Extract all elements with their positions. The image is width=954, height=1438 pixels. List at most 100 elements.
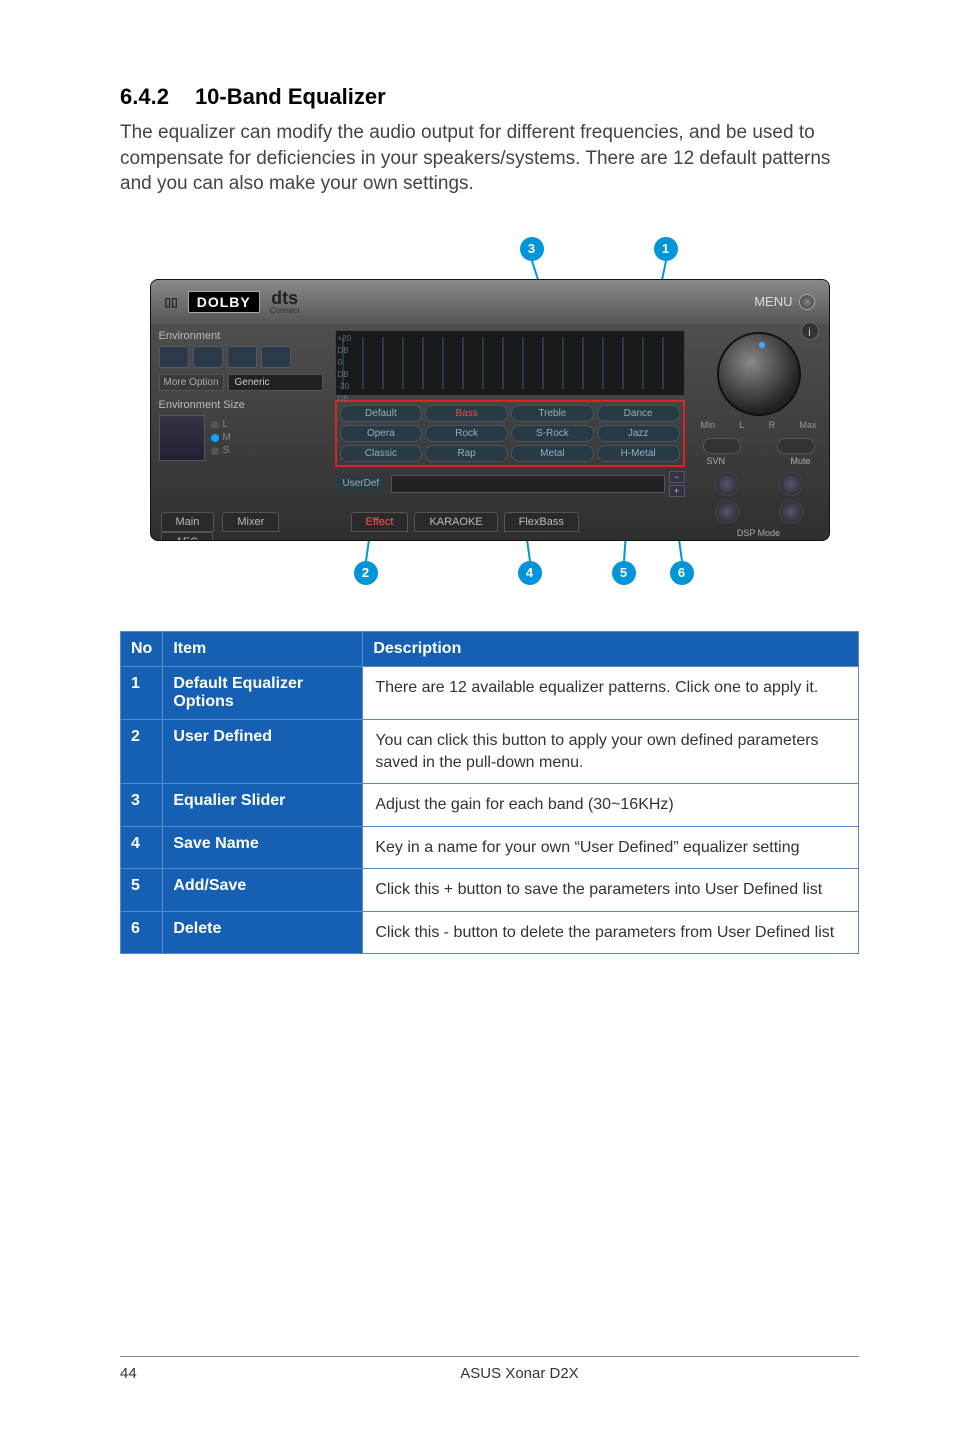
environment-size-label: Environment Size <box>159 399 323 411</box>
intro-paragraph: The equalizer can modify the audio outpu… <box>120 120 859 197</box>
preset-srock[interactable]: S-Rock <box>511 425 594 442</box>
volume-knob[interactable] <box>717 332 801 416</box>
tab-karaoke[interactable]: KARAOKE <box>414 512 497 532</box>
knob-max: Max <box>799 420 816 430</box>
row-no: 6 <box>121 911 163 954</box>
callout-2: 2 <box>354 561 378 585</box>
preset-dance[interactable]: Dance <box>597 405 680 422</box>
description-table: No Item Description 1Default Equalizer O… <box>120 631 859 955</box>
env-preset-icon[interactable] <box>193 346 223 368</box>
row-description: Click this - button to delete the parame… <box>363 911 859 954</box>
tab-main[interactable]: Main <box>161 512 215 532</box>
row-no: 5 <box>121 869 163 912</box>
eq-slider-graph[interactable]: +20 DB 0 DB -20 DB <box>335 330 685 396</box>
row-description: Click this + button to save the paramete… <box>363 869 859 912</box>
knob-r: R <box>769 420 776 430</box>
mute-toggle[interactable] <box>777 438 815 454</box>
size-s-label: S <box>223 445 230 456</box>
page-number: 44 <box>120 1365 180 1382</box>
preset-highlight-box: Default Bass Treble Dance Opera Rock S-R… <box>335 400 685 467</box>
row-item: User Defined <box>163 719 363 783</box>
table-row: 3Equalier SliderAdjust the gain for each… <box>121 784 859 827</box>
size-radio-m[interactable] <box>211 434 219 442</box>
callout-1: 1 <box>654 237 678 261</box>
mute-label: Mute <box>790 456 810 466</box>
tab-mixer[interactable]: Mixer <box>222 512 279 532</box>
knob-min: Min <box>701 420 716 430</box>
svn-toggle[interactable] <box>703 438 741 454</box>
app-window: ▯▯ DOLBY dts Connect MENU i Environment <box>150 279 830 541</box>
environment-label: Environment <box>159 330 323 342</box>
preset-opera[interactable]: Opera <box>340 425 423 442</box>
th-item: Item <box>163 631 363 666</box>
env-preset-icon[interactable] <box>227 346 257 368</box>
preset-rock[interactable]: Rock <box>425 425 508 442</box>
dsp-icon[interactable] <box>715 500 739 524</box>
section-heading: 6.4.2 10-Band Equalizer <box>120 84 859 110</box>
heading-title: 10-Band Equalizer <box>195 84 386 109</box>
row-description: Key in a name for your own “User Defined… <box>363 826 859 869</box>
menu-button-icon[interactable] <box>799 294 815 310</box>
th-no: No <box>121 631 163 666</box>
info-icon[interactable]: i <box>801 322 819 340</box>
more-option-label: More Option <box>159 374 224 391</box>
preset-treble[interactable]: Treble <box>511 405 594 422</box>
dolby-logo-prefix: ▯▯ <box>165 295 178 309</box>
preset-metal[interactable]: Metal <box>511 445 594 462</box>
row-no: 1 <box>121 666 163 719</box>
callout-5: 5 <box>612 561 636 585</box>
table-row: 6DeleteClick this - button to delete the… <box>121 911 859 954</box>
preset-classic[interactable]: Classic <box>340 445 423 462</box>
eq-db-labels: +20 DB 0 DB -20 DB <box>338 333 352 405</box>
env-preset-icon[interactable] <box>159 346 189 368</box>
preset-hmetal[interactable]: H-Metal <box>597 445 680 462</box>
menu-label[interactable]: MENU <box>754 294 792 309</box>
screenshot-figure: 1 3 2 4 5 6 ▯▯ DOLBY dts Connect MENU <box>150 225 830 591</box>
room-cube-icon <box>159 415 205 461</box>
size-m-label: M <box>223 432 231 443</box>
title-bar: ▯▯ DOLBY dts Connect MENU <box>151 280 829 324</box>
delete-minus-button[interactable]: − <box>669 471 685 483</box>
th-description: Description <box>363 631 859 666</box>
dsp-icon[interactable] <box>779 500 803 524</box>
tab-effect[interactable]: Effect <box>351 512 409 532</box>
dsp-icon[interactable] <box>715 472 739 496</box>
row-item: Add/Save <box>163 869 363 912</box>
callout-6: 6 <box>670 561 694 585</box>
row-description: Adjust the gain for each band (30~16KHz) <box>363 784 859 827</box>
env-preset-icon[interactable] <box>261 346 291 368</box>
row-no: 2 <box>121 719 163 783</box>
table-row: 2User DefinedYou can click this button t… <box>121 719 859 783</box>
dsp-icon[interactable] <box>779 472 803 496</box>
knob-l: L <box>739 420 744 430</box>
table-row: 5Add/SaveClick this + button to save the… <box>121 869 859 912</box>
heading-number: 6.4.2 <box>120 84 169 110</box>
dts-logo: dts <box>271 289 298 307</box>
row-description: You can click this button to apply your … <box>363 719 859 783</box>
row-description: There are 12 available equalizer pattern… <box>363 666 859 719</box>
add-plus-button[interactable]: + <box>669 485 685 497</box>
row-item: Delete <box>163 911 363 954</box>
footer-title: ASUS Xonar D2X <box>180 1365 859 1382</box>
userdef-button[interactable]: UserDef <box>335 476 388 491</box>
size-radio-l[interactable] <box>211 421 219 429</box>
dolby-logo: DOLBY <box>188 291 260 313</box>
page-footer: 44 ASUS Xonar D2X <box>0 1356 954 1382</box>
row-item: Default Equalizer Options <box>163 666 363 719</box>
tab-flexbass[interactable]: FlexBass <box>504 512 579 532</box>
table-row: 4Save NameKey in a name for your own “Us… <box>121 826 859 869</box>
preset-rap[interactable]: Rap <box>425 445 508 462</box>
more-option-select[interactable]: Generic <box>228 374 323 391</box>
size-radio-s[interactable] <box>211 447 219 455</box>
row-no: 3 <box>121 784 163 827</box>
size-l-label: L <box>223 419 229 430</box>
dsp-mode-label: DSP Mode <box>697 528 821 538</box>
preset-jazz[interactable]: Jazz <box>597 425 680 442</box>
preset-bass[interactable]: Bass <box>425 405 508 422</box>
tab-aec[interactable]: AEC <box>161 532 214 541</box>
row-item: Equalier Slider <box>163 784 363 827</box>
userdef-select[interactable] <box>391 475 664 493</box>
row-item: Save Name <box>163 826 363 869</box>
preset-default[interactable]: Default <box>340 405 423 422</box>
callout-4: 4 <box>518 561 542 585</box>
